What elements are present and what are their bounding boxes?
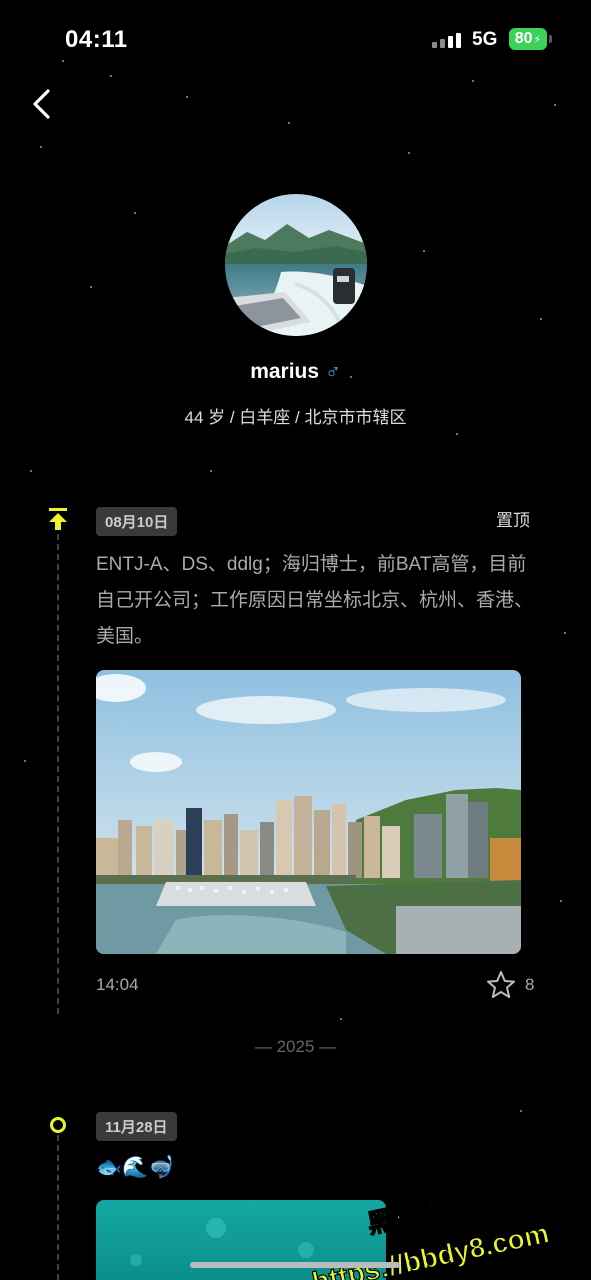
like-count: 8 [525,975,535,994]
status-bar: 04:11 5G 80 ⚡ [0,0,591,80]
battery-icon: 80 ⚡ [509,28,547,50]
back-button[interactable] [28,86,58,122]
post-date-tag: 11月28日 [96,1112,177,1141]
post-text: ENTJ-A、DS、ddlg；海归博士，前BAT高管，目前自己开公司；工作原因日… [96,554,534,647]
star-icon [487,971,515,998]
home-indicator[interactable] [190,1262,400,1268]
profile-meta: 44 岁 / 白羊座 / 北京市市辖区 [184,408,407,427]
post-emojis: 🐟🌊🤿 [96,1156,175,1179]
year-divider: — 2025 — [254,1037,337,1056]
pinned-label: 置顶 [496,511,530,530]
timeline-line [57,1135,59,1280]
battery-level: 80 [514,30,533,47]
avatar-image [225,194,367,336]
battery-cap [549,35,552,43]
pin-top-icon [47,507,69,531]
post-photo[interactable] [96,670,521,954]
like-button[interactable] [486,970,516,1000]
network-type: 5G [472,29,498,50]
profile-name: marius [250,360,320,383]
profile-name-row: marius ♂ [0,360,591,384]
avatar[interactable] [225,194,367,336]
status-time: 04:11 [65,26,128,53]
timeline-dot-icon [50,1117,66,1133]
timeline-line [57,534,59,1014]
underwater-image [130,1218,314,1266]
post-photo[interactable] [96,1200,386,1280]
chevron-left-icon [33,89,50,119]
signal-icon [432,32,462,48]
harbor-image [96,670,521,954]
post-time: 14:04 [96,975,139,994]
male-icon: ♂ [325,360,341,383]
post-date-tag: 08月10日 [96,507,178,536]
